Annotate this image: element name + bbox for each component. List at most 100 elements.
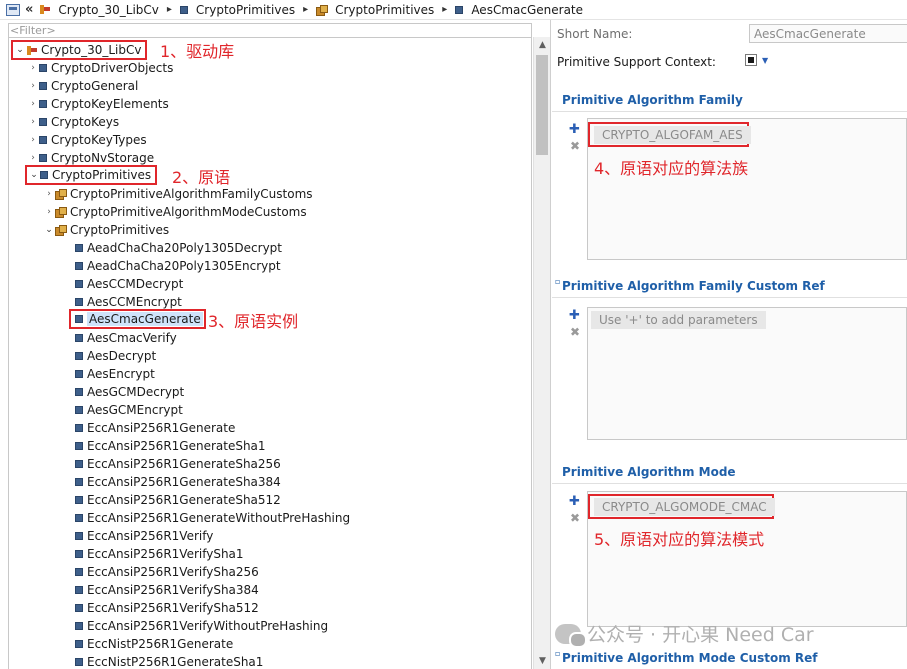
tree-view: ⌄ Crypto_30_LibCv › CryptoDriverObjects … — [8, 37, 532, 669]
tree-label: EccAnsiP256R1GenerateSha384 — [87, 475, 281, 489]
scroll-down-arrow-icon[interactable]: ▼ — [534, 653, 550, 669]
tree-leaf[interactable]: AesCCMDecrypt — [75, 275, 183, 293]
tree-item[interactable]: › CryptoKeyTypes — [27, 131, 147, 149]
container-icon — [75, 370, 83, 378]
tree-root-row[interactable]: ⌄ Crypto_30_LibCv — [11, 40, 148, 60]
expand-chevron-icon[interactable]: › — [27, 81, 39, 91]
breadcrumb-item-current[interactable]: AesCmacGenerate — [455, 3, 583, 17]
expand-chevron-icon[interactable]: › — [27, 153, 39, 163]
tree-item[interactable]: › CryptoPrimitiveAlgorithmModeCustoms — [43, 203, 306, 221]
annotation-driver-library: 1、驱动库 — [160, 42, 235, 61]
breadcrumb-item-module[interactable]: Crypto_30_LibCv — [39, 3, 159, 17]
tree-leaf[interactable]: AesGCMEncrypt — [75, 401, 183, 419]
expand-chevron-icon[interactable]: › — [43, 207, 55, 217]
remove-parameter-icon[interactable]: ✖ — [570, 140, 580, 152]
container-icon — [455, 5, 464, 14]
tree-leaf[interactable]: EccAnsiP256R1GenerateSha256 — [75, 455, 281, 473]
family-value-chip[interactable]: CRYPTO_ALGOFAM_AES — [594, 126, 751, 144]
short-name-field[interactable] — [749, 24, 907, 43]
section-algorithm-mode[interactable]: Primitive Algorithm Mode — [552, 460, 907, 484]
breadcrumb-item-primitives-list[interactable]: CryptoPrimitives — [316, 3, 434, 17]
tree-label: AesCmacGenerate — [87, 312, 203, 326]
reference-marker-icon: ▫ — [555, 277, 561, 286]
expand-chevron-icon[interactable]: › — [27, 99, 39, 109]
tree-scrollbar[interactable]: ▲ ▼ — [533, 37, 550, 669]
tree-leaf[interactable]: AeadChaCha20Poly1305Encrypt — [75, 257, 281, 275]
tree-leaf[interactable]: EccAnsiP256R1Generate — [75, 419, 235, 437]
tree-leaf[interactable]: AesGCMDecrypt — [75, 383, 184, 401]
tree-leaf[interactable]: AeadChaCha20Poly1305Decrypt — [75, 239, 282, 257]
section-mode-custom-ref[interactable]: ▫ Primitive Algorithm Mode Custom Ref — [552, 646, 907, 669]
container-icon — [39, 154, 47, 162]
tree-leaf[interactable]: EccNistP256R1Generate — [75, 635, 233, 653]
section-family-custom-ref[interactable]: ▫ Primitive Algorithm Family Custom Ref — [552, 274, 907, 298]
tree-leaf[interactable]: EccAnsiP256R1VerifyWithoutPreHashing — [75, 617, 328, 635]
back-chevron-icon[interactable]: « — [25, 2, 33, 17]
remove-parameter-icon[interactable]: ✖ — [570, 512, 580, 524]
scroll-thumb[interactable] — [536, 55, 548, 155]
annotation-algorithm-mode: 5、原语对应的算法模式 — [594, 530, 765, 549]
tree-leaf[interactable]: EccAnsiP256R1GenerateSha512 — [75, 491, 281, 509]
tree-leaf[interactable]: EccAnsiP256R1GenerateSha384 — [75, 473, 281, 491]
scroll-up-arrow-icon[interactable]: ▲ — [534, 37, 550, 53]
tree-leaf[interactable]: EccAnsiP256R1VerifySha384 — [75, 581, 259, 599]
module-icon — [26, 45, 38, 56]
container-icon — [39, 136, 47, 144]
expand-chevron-icon[interactable]: › — [27, 63, 39, 73]
collapse-chevron-icon[interactable]: ⌄ — [14, 45, 26, 55]
tree-label: AesGCMEncrypt — [87, 403, 183, 417]
add-parameter-icon[interactable]: ✚ — [569, 309, 580, 322]
add-parameter-icon[interactable]: ✚ — [569, 495, 580, 508]
tree-label: CryptoPrimitives — [70, 223, 170, 237]
tree-label: EccAnsiP256R1Verify — [87, 529, 214, 543]
collapse-chevron-icon[interactable]: ⌄ — [43, 225, 55, 235]
tree-leaf[interactable]: EccAnsiP256R1VerifySha256 — [75, 563, 259, 581]
tree-item[interactable]: › CryptoDriverObjects — [27, 59, 173, 77]
container-icon — [75, 388, 83, 396]
tree-leaf[interactable]: EccAnsiP256R1GenerateSha1 — [75, 437, 266, 455]
section-title: Primitive Algorithm Mode Custom Ref — [562, 650, 818, 665]
add-parameter-icon[interactable]: ✚ — [569, 123, 580, 136]
remove-parameter-icon[interactable]: ✖ — [570, 326, 580, 338]
tree-label: AeadChaCha20Poly1305Decrypt — [87, 241, 282, 255]
dropdown-arrow-icon[interactable]: ▼ — [762, 56, 768, 65]
tree-leaf[interactable]: EccAnsiP256R1Verify — [75, 527, 213, 545]
tree-label: CryptoKeyTypes — [51, 133, 147, 147]
tree-leaf[interactable]: EccAnsiP256R1GenerateWithoutPreHashing — [75, 509, 350, 527]
breadcrumb-item-primitives[interactable]: CryptoPrimitives — [179, 3, 295, 17]
tree-leaf[interactable]: EccNistP256R1GenerateSha1 — [75, 653, 263, 669]
expand-chevron-icon[interactable]: › — [27, 117, 39, 127]
tree-item[interactable]: › CryptoKeyElements — [27, 95, 169, 113]
container-icon — [75, 586, 83, 594]
expand-chevron-icon[interactable]: › — [43, 189, 55, 199]
section-title: Primitive Algorithm Family Custom Ref — [562, 278, 825, 293]
family-custom-ref-box: Use '+' to add parameters — [587, 307, 907, 440]
annotation-primitives: 2、原语 — [172, 168, 231, 187]
tree-label: EccAnsiP256R1GenerateSha512 — [87, 493, 281, 507]
filter-input[interactable] — [8, 23, 532, 37]
section-title: Primitive Algorithm Family — [562, 92, 743, 107]
tree-item[interactable]: › CryptoKeys — [27, 113, 119, 131]
tree-label: AesCmacVerify — [87, 331, 177, 345]
container-icon — [75, 352, 83, 360]
tree-leaf[interactable]: AesEncrypt — [75, 365, 155, 383]
tree-item[interactable]: ⌄ CryptoPrimitives — [43, 221, 169, 239]
window-icon[interactable] — [6, 3, 20, 16]
add-parameters-hint: Use '+' to add parameters — [591, 311, 766, 329]
tree-item-primitives[interactable]: ⌄ CryptoPrimitives — [25, 165, 158, 185]
expand-chevron-icon[interactable]: › — [27, 135, 39, 145]
annotation-primitive-instance: 3、原语实例 — [208, 312, 299, 331]
collapse-chevron-icon[interactable]: ⌄ — [28, 170, 40, 180]
support-context-select[interactable]: ▼ — [745, 54, 768, 66]
tree-leaf[interactable]: AesDecrypt — [75, 347, 156, 365]
section-title: Primitive Algorithm Mode — [562, 464, 736, 479]
tree-item[interactable]: › CryptoGeneral — [27, 77, 138, 95]
tree-leaf[interactable]: EccAnsiP256R1VerifySha512 — [75, 599, 259, 617]
container-icon — [39, 64, 47, 72]
tree-leaf[interactable]: EccAnsiP256R1VerifySha1 — [75, 545, 244, 563]
section-algorithm-family[interactable]: Primitive Algorithm Family — [552, 88, 907, 112]
mode-value-chip[interactable]: CRYPTO_ALGOMODE_CMAC — [594, 498, 775, 516]
family-ref-box: CRYPTO_ALGOFAM_AES 4、原语对应的算法族 — [587, 118, 907, 260]
tree-leaf-selected[interactable]: AesCmacGenerate — [69, 309, 206, 329]
tree-leaf[interactable]: AesCmacVerify — [75, 329, 177, 347]
